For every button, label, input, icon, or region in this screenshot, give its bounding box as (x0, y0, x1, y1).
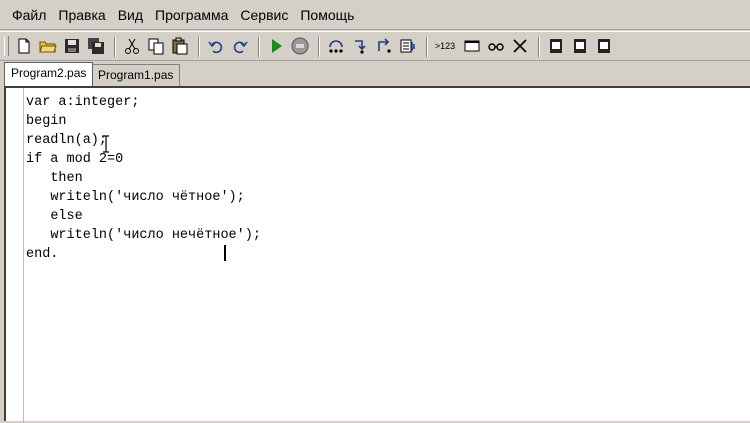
menu-service[interactable]: Сервис (240, 7, 288, 23)
code-line: var a:integer; (26, 95, 140, 110)
code-text: var a:integer; begin readln(a); if a mod… (26, 93, 261, 264)
open-folder-icon[interactable] (38, 36, 58, 56)
doc3-icon[interactable] (594, 36, 614, 56)
toolbar-separator (426, 37, 428, 57)
code-line: else (50, 209, 83, 224)
menu-edit[interactable]: Правка (58, 7, 105, 23)
code-line: then (50, 171, 83, 186)
menu-bar: Файл Правка Вид Программа Сервис Помощь (0, 0, 750, 30)
copy-icon[interactable] (146, 36, 166, 56)
code-line: begin (26, 114, 67, 129)
toolbar-separator (198, 37, 200, 57)
run-icon[interactable] (266, 36, 286, 56)
toolbar-separator (318, 37, 320, 57)
menu-file[interactable]: Файл (12, 7, 46, 23)
code-line: writeln('число нечётное'); (50, 228, 261, 243)
tools-icon[interactable] (510, 36, 530, 56)
file-tabs: Program2.pas Program1.pas (0, 62, 750, 86)
step-over-icon[interactable] (326, 36, 346, 56)
tab-program1[interactable]: Program1.pas (91, 64, 181, 86)
evaluate-icon[interactable]: >123 (432, 36, 458, 56)
undo-icon[interactable] (206, 36, 226, 56)
tab-program2[interactable]: Program2.pas (4, 62, 94, 86)
save-all-icon[interactable] (86, 36, 106, 56)
doc1-icon[interactable] (546, 36, 566, 56)
toolbar-separator (258, 37, 260, 57)
doc2-icon[interactable] (570, 36, 590, 56)
menu-program[interactable]: Программа (155, 7, 228, 23)
code-editor[interactable]: var a:integer; begin readln(a); if a mod… (4, 86, 750, 423)
editor-gutter (23, 88, 24, 423)
step-into-icon[interactable] (350, 36, 370, 56)
paste-icon[interactable] (170, 36, 190, 56)
text-caret (224, 245, 226, 261)
redo-icon[interactable] (230, 36, 250, 56)
glasses-icon[interactable] (486, 36, 506, 56)
toolbar-grip[interactable] (4, 36, 9, 56)
menu-view[interactable]: Вид (118, 7, 143, 23)
watch-icon[interactable] (398, 36, 418, 56)
window-icon[interactable] (462, 36, 482, 56)
toolbar-separator (114, 37, 116, 57)
code-line: writeln('число чётное'); (50, 190, 245, 205)
toolbar-separator (538, 37, 540, 57)
evaluate-label: >123 (434, 41, 456, 51)
mouse-ibeam-cursor-icon (103, 135, 109, 153)
toolbar: >123 (0, 31, 750, 61)
stop-icon[interactable] (290, 36, 310, 56)
cut-icon[interactable] (122, 36, 142, 56)
code-line: if a mod 2=0 (26, 152, 124, 167)
step-out-icon[interactable] (374, 36, 394, 56)
new-file-icon[interactable] (14, 36, 34, 56)
save-icon[interactable] (62, 36, 82, 56)
code-line: readln(a); (26, 133, 108, 148)
menu-help[interactable]: Помощь (300, 7, 354, 23)
